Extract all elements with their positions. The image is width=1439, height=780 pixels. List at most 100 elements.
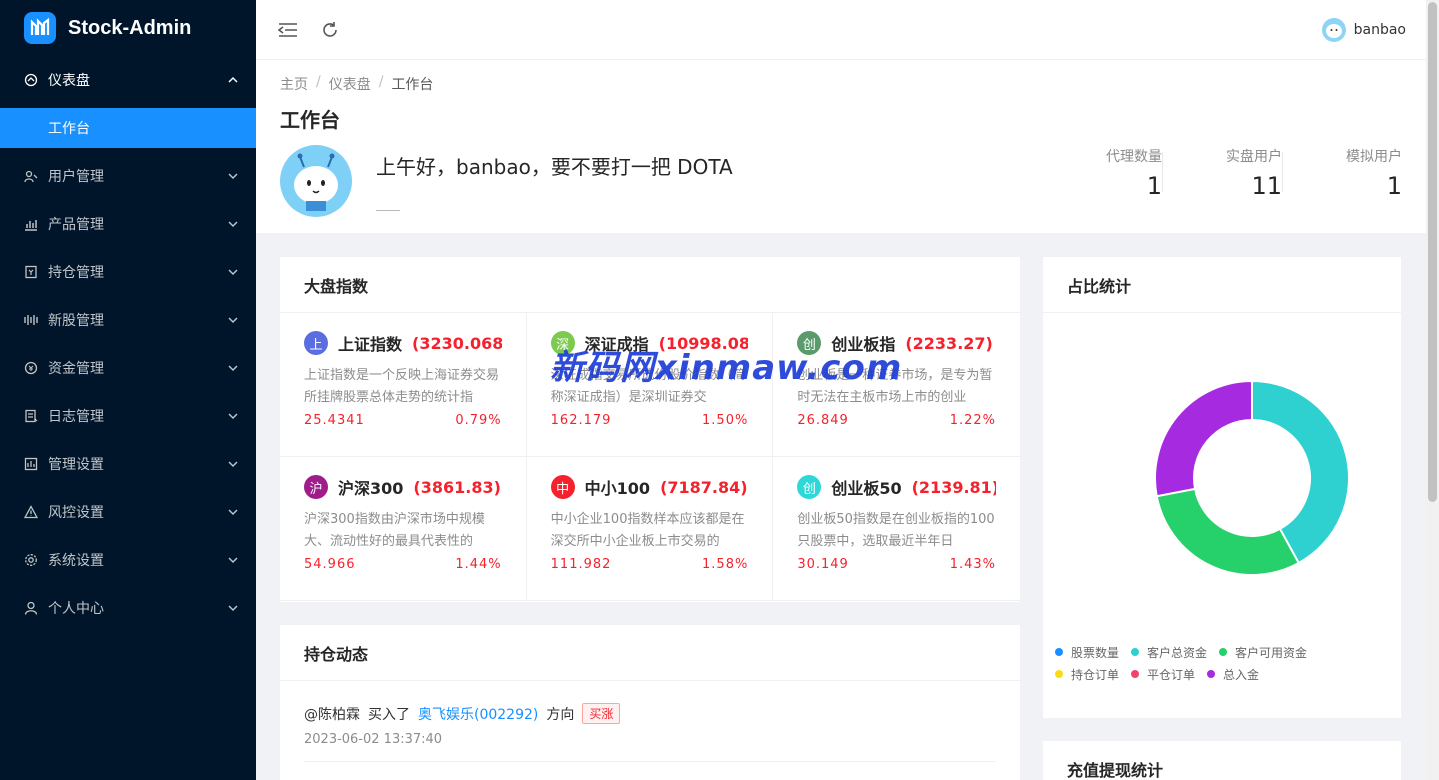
sidebar-item[interactable]: 个人中心 [0,584,256,632]
sidebar-item[interactable]: 新股管理 [0,296,256,344]
sidebar-subitem-workbench[interactable]: 工作台 [0,108,256,148]
sidebar-item-label: 管理设置 [48,457,104,473]
stat-agents: 代理数量 1 [1042,146,1162,200]
position-user: @陈柏霖 [304,706,360,723]
legend-label: 客户可用资金 [1235,645,1308,660]
chevron-down-icon [228,365,238,372]
sidebar-item[interactable]: 管理设置 [0,440,256,488]
sidebar-item[interactable]: 仪表盘 [0,56,256,104]
card-title: 持仓动态 [280,625,1020,681]
chevron-down-icon [228,557,238,564]
logo-icon [24,12,56,44]
chevron-down-icon [228,605,238,612]
index-change-percent: 0.79% [455,413,502,428]
log-icon [24,409,38,423]
breadcrumb-separator: / [316,74,321,90]
breadcrumb-dashboard[interactable]: 仪表盘 [329,74,371,94]
stat-sim-users: 模拟用户 1 [1282,146,1402,200]
page-header: 主页 / 仪表盘 / 工作台 工作台 上午好，banbao，要不要打一把 DOT… [256,60,1426,233]
index-change: 26.849 [797,413,849,428]
legend-item[interactable]: 平仓订单 [1131,663,1195,685]
sidebar-item-label: 风控设置 [48,505,104,521]
breadcrumb-home[interactable]: 主页 [280,74,308,94]
legend-item[interactable]: 客户总资金 [1131,641,1207,663]
top-header: banbao [256,0,1426,60]
username: banbao [1353,21,1406,38]
sidebar-item-label: 产品管理 [48,217,104,233]
index-change: 54.966 [304,557,356,572]
breadcrumb: 主页 / 仪表盘 / 工作台 [280,74,1402,94]
index-cell[interactable]: 创创业板50 (2139.81) 创业板50指数是在创业板指的100只股票中，选取最… [773,457,1020,601]
money-icon [24,361,38,375]
recharge-card: 充值提现统计 [1043,741,1401,780]
index-change-percent: 1.43% [949,557,996,572]
sidebar-item[interactable]: 产品管理 [0,200,256,248]
index-description: 中小企业100指数样本应该都是在深交所中小企业板上市交易的 [550,512,745,549]
user-manage-icon [24,169,38,183]
index-change-percent: 1.50% [702,413,749,428]
sidebar-item[interactable]: 持仓管理 [0,248,256,296]
donut-slice-5[interactable] [1154,379,1253,498]
page-scrollbar[interactable] [1426,0,1439,780]
position-stock-link[interactable]: 奥飞娱乐(002292) [418,704,538,724]
stat-label: 模拟用户 [1346,149,1402,165]
refresh-icon[interactable] [318,18,342,42]
ratio-donut-chart [1154,379,1350,576]
warning-icon [24,505,38,519]
donut-slice-2[interactable] [1155,487,1301,576]
sidebar-item[interactable]: 日志管理 [0,392,256,440]
index-cell[interactable]: 中中小100 (7187.84) 中小企业100指数样本应该都是在深交所中小企业板上… [526,457,774,601]
card-title: 充值提现统计 [1043,741,1401,780]
chart-legend: 股票数量 客户总资金 客户可用资金持仓订单 平仓订单 总入金 [1055,641,1395,685]
sidebar-item-label: 新股管理 [48,313,104,329]
legend-label: 客户总资金 [1147,645,1208,660]
avatar [1321,17,1346,42]
legend-item[interactable]: 股票数量 [1055,641,1119,663]
app-logo[interactable]: Stock-Admin [0,0,256,56]
product-chart-icon [24,217,38,231]
index-change: 25.4341 [304,413,365,428]
index-badge: 沪 [304,475,328,499]
legend-item[interactable]: 总入金 [1207,663,1259,685]
legend-color-dot [1219,648,1228,656]
chevron-up-icon [228,76,238,83]
greeting-text: 上午好，banbao，要不要打一把 DOTA [376,155,733,179]
index-change: 30.149 [797,557,849,572]
legend-label: 持仓订单 [1071,667,1120,682]
sidebar-item-label: 日志管理 [48,409,104,425]
chevron-down-icon [228,269,238,276]
user-menu[interactable]: banbao [1321,17,1406,42]
stat-value: 1 [1386,172,1402,200]
scrollbar-thumb[interactable] [1428,2,1437,502]
sidebar-item-label: 用户管理 [48,169,104,185]
chevron-down-icon [228,509,238,516]
sidebar-item[interactable]: 资金管理 [0,344,256,392]
index-cell[interactable]: 上上证指数 (3230.0686 上证指数是一个反映上海证券交易所挂牌股票总体走势的… [280,313,527,457]
stat-label: 代理数量 [1106,149,1162,165]
legend-color-dot [1131,648,1140,656]
sidebar-subitem-label: 工作台 [48,121,90,137]
page-title: 工作台 [280,108,340,132]
sidebar-item[interactable]: 风控设置 [0,488,256,536]
legend-color-dot [1207,670,1216,678]
index-cell[interactable]: 沪沪深300 (3861.83) 沪深300指数由沪深市场中规模大、流动性好的最具代… [280,457,527,601]
index-value: (2233.27) [905,333,993,353]
index-value: (3861.83) [413,477,501,497]
legend-item[interactable]: 持仓订单 [1055,663,1119,685]
greeting-divider [376,210,400,211]
sidebar-item[interactable]: 系统设置 [0,536,256,584]
legend-item[interactable]: 客户可用资金 [1219,641,1307,663]
legend-label: 平仓订单 [1147,667,1196,682]
collapse-menu-icon[interactable] [276,18,300,42]
chevron-down-icon [228,413,238,420]
welcome-block: 上午好，banbao，要不要打一把 DOTA [280,145,733,217]
sidebar-item[interactable]: 用户管理 [0,152,256,200]
position-time: 2023-06-02 13:37:40 [304,732,443,747]
sidebar-item-label: 个人中心 [48,601,104,617]
index-name: 上证指数 [338,335,403,354]
direction-tag: 买涨 [582,703,621,724]
admin-settings-icon [24,457,38,471]
person-icon [24,601,38,615]
index-name: 沪深300 [338,479,404,498]
index-change-percent: 1.58% [702,557,749,572]
